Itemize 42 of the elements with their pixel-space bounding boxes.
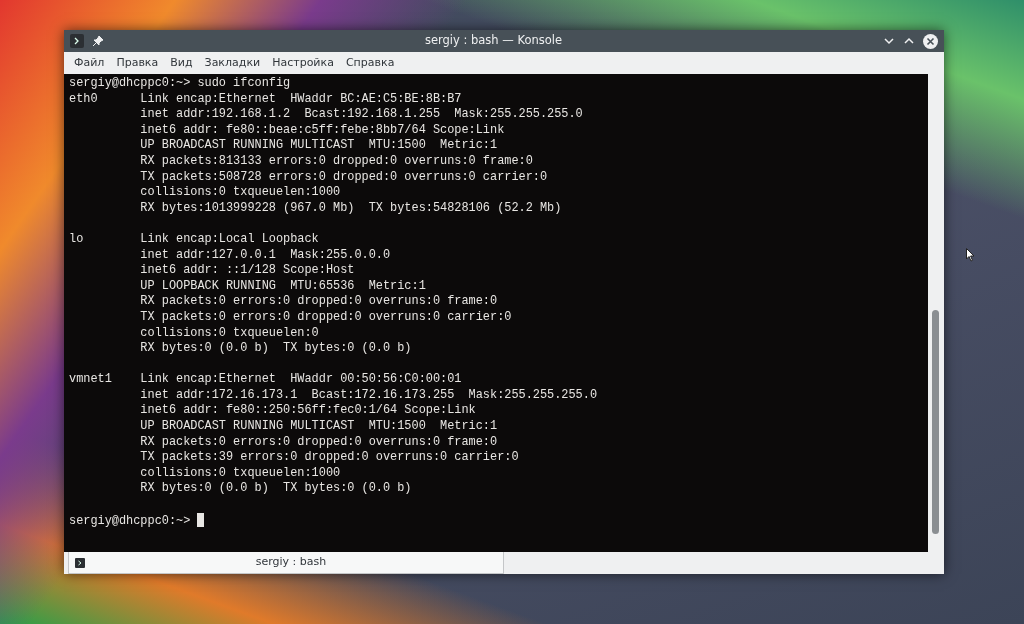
output-line: collisions:0 txqueuelen:1000 bbox=[139, 185, 342, 201]
output-line: lo Link encap:Local Loopback bbox=[69, 231, 320, 248]
window-title: sergiy : bash — Konsole bbox=[423, 32, 564, 50]
menu-item[interactable]: Вид bbox=[164, 54, 199, 72]
terminal-icon[interactable] bbox=[70, 34, 84, 48]
output-line: collisions:0 txqueuelen:1000 bbox=[139, 465, 342, 482]
output-line: inet addr:127.0.0.1 Mask:255.0.0.0 bbox=[139, 247, 392, 264]
output-line: collisions:0 txqueuelen:0 bbox=[139, 325, 320, 342]
output-line: RX packets:0 errors:0 dropped:0 overruns:0 frame:0 bbox=[139, 434, 499, 451]
minimize-icon[interactable] bbox=[883, 35, 895, 47]
menu-item[interactable]: Закладки bbox=[198, 54, 267, 72]
output-line: RX packets:813133 errors:0 dropped:0 overruns:0 frame:0 bbox=[139, 153, 534, 170]
output-line: RX bytes:1013999228 (967.0 Mb) TX bytes:54828106 (52.2 Mb) bbox=[139, 200, 563, 217]
menu-item[interactable]: Справка bbox=[339, 54, 401, 72]
output-line: inet addr:172.16.173.1 Bcast:172.16.173.255 Mask:255.255.255.0 bbox=[139, 387, 599, 404]
output-line: TX packets:508728 errors:0 dropped:0 overruns:0 carrier:0 bbox=[139, 169, 549, 186]
output-line: UP BROADCAST RUNNING MULTICAST MTU:1500 Metric:1 bbox=[139, 138, 499, 154]
output-line: TX packets:39 errors:0 dropped:0 overruns:0 carrier:0 bbox=[139, 450, 520, 466]
mouse-pointer-icon bbox=[966, 248, 975, 262]
output-line: inet6 addr: fe80::beae:c5ff:febe:8bb7/64 Scope:Link bbox=[139, 122, 506, 139]
output-line: RX bytes:0 (0.0 b) TX bytes:0 (0.0 b) bbox=[139, 481, 413, 498]
output-line: RX packets:0 errors:0 dropped:0 overruns:0 frame:0 bbox=[139, 294, 499, 310]
menu-item[interactable]: Настройка bbox=[266, 54, 340, 72]
menu-item[interactable]: Правка bbox=[110, 54, 165, 72]
command-line: sergiy@dhcppc0:~> sudo ifconfig bbox=[69, 76, 292, 92]
terminal-tab[interactable]: sergiy : bash bbox=[68, 552, 504, 574]
output-line: inet6 addr: ::1/128 Scope:Host bbox=[139, 263, 356, 279]
output-line: inet6 addr: fe80::250:56ff:fec0:1/64 Scope:Link bbox=[139, 403, 477, 420]
pin-icon[interactable] bbox=[92, 35, 104, 47]
output-line: UP LOOPBACK RUNNING MTU:65536 Metric:1 bbox=[139, 278, 427, 295]
output-line: vmnet1 Link encap:Ethernet HWaddr 00:50:56:C0:00:01 bbox=[69, 372, 463, 388]
menu-item[interactable]: Файл bbox=[68, 54, 111, 72]
output-line: UP BROADCAST RUNNING MULTICAST MTU:1500 Metric:1 bbox=[139, 419, 499, 435]
terminal-icon bbox=[75, 557, 85, 568]
output-line: inet addr:192.168.1.2 Bcast:192.168.1.255 Mask:255.255.255.0 bbox=[139, 107, 584, 123]
output-line: eth0 Link encap:Ethernet HWaddr BC:AE:C5:BE:8B:B7 bbox=[69, 91, 463, 108]
output-line: TX packets:0 errors:0 dropped:0 overruns:0 carrier:0 bbox=[139, 309, 513, 326]
text-cursor bbox=[197, 512, 205, 527]
prompt-text: sergiy@dhcppc0:~> bbox=[69, 513, 191, 528]
close-icon[interactable] bbox=[923, 33, 938, 49]
output-line: RX bytes:0 (0.0 b) TX bytes:0 (0.0 b) bbox=[139, 341, 413, 357]
scrollbar-thumb[interactable] bbox=[932, 310, 939, 534]
